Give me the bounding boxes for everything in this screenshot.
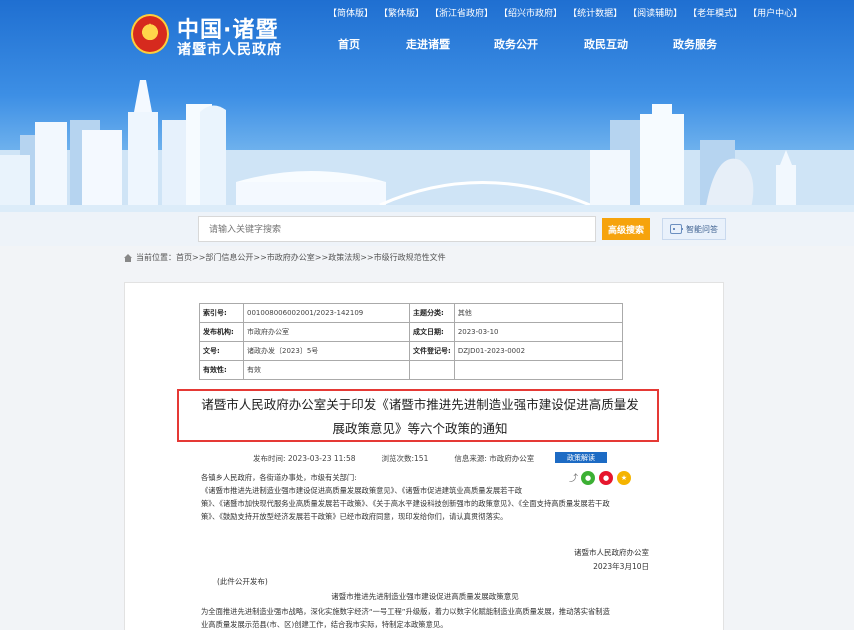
publish-time: 发布时间: 2023-03-23 11:58 [253, 454, 356, 463]
body-line: 策》、《诸暨市加快现代服务业高质量发展若干政策》、《关于高水平建设科技创新强市的… [201, 499, 610, 508]
article-title-line: 诸暨市人民政府办公室关于印发《诸暨市推进先进制造业强市建设促进高质量发 [201, 397, 639, 412]
meta-value: 诸政办发〔2023〕5号 [243, 341, 410, 361]
site-logo-subtitle[interactable]: 诸暨市人民政府 [177, 39, 282, 59]
link-zhejiang-gov[interactable]: 【浙江省政府】 [430, 6, 493, 19]
table-row: 索引号: 001008006002001/2023-142109 主题分类: 其… [199, 303, 624, 323]
meta-key: 索引号: [199, 303, 244, 323]
link-elderly-mode[interactable]: 【老年模式】 [688, 6, 742, 19]
info-source: 信息来源: 市政府办公室 [454, 454, 535, 463]
meta-value: 市政府办公室 [243, 322, 410, 342]
meta-key: 有效性: [199, 360, 244, 380]
nav-gov-affairs[interactable]: 政务公开 [494, 36, 538, 52]
smart-qa-label: 智能问答 [686, 224, 718, 234]
link-user-center[interactable]: 【用户中心】 [748, 6, 802, 19]
view-count: 浏览次数:151 [381, 454, 429, 463]
robot-icon [670, 224, 683, 234]
article-panel: 索引号: 001008006002001/2023-142109 主题分类: 其… [124, 282, 724, 630]
meta-key: 主题分类: [409, 303, 455, 323]
header-banner [0, 0, 854, 212]
table-row: 有效性: 有效 [199, 360, 624, 380]
article-title-line: 展政策意见》等六个政策的通知 [332, 421, 508, 436]
link-traditional[interactable]: 【繁体版】 [379, 6, 424, 19]
advanced-search-button[interactable]: 高级搜索 [602, 218, 650, 240]
link-statistics[interactable]: 【统计数据】 [568, 6, 622, 19]
meta-value: 2023-03-10 [453, 322, 624, 342]
city-skyline-illustration [0, 80, 854, 212]
nav-interaction[interactable]: 政民互动 [584, 36, 628, 52]
link-reading-aid[interactable]: 【阅读辅助】 [628, 6, 682, 19]
nav-home[interactable]: 首页 [338, 36, 360, 52]
article-title: 诸暨市人民政府办公室关于印发《诸暨市推进先进制造业强市建设促进高质量发 展政策意… [185, 393, 655, 441]
meta-value: 001008006002001/2023-142109 [243, 303, 410, 323]
document-meta-table: 索引号: 001008006002001/2023-142109 主题分类: 其… [199, 303, 624, 380]
search-input[interactable] [199, 218, 595, 242]
article-info-row: 发布时间: 2023-03-23 11:58 浏览次数:151 信息来源: 市政… [253, 453, 534, 464]
body-line: 策》、《鼓励支持开放型经济发展若干政策》已经市政府同意，现印发给你们，请认真贯彻… [201, 512, 508, 521]
table-row: 发布机构: 市政府办公室 成文日期: 2023-03-10 [199, 322, 624, 342]
attachment-title: 诸暨市推进先进制造业强市建设促进高质量发展政策意见 [331, 592, 519, 601]
national-emblem-logo [131, 14, 169, 54]
meta-key: 文件登记号: [409, 341, 455, 361]
meta-key [409, 360, 455, 380]
sign-date: 2023年3月10日 [593, 562, 649, 571]
home-icon [124, 253, 132, 262]
nav-about-zhuji[interactable]: 走进诸暨 [406, 36, 450, 52]
table-row: 文号: 诸政办发〔2023〕5号 文件登记号: DZJD01-2023-0002 [199, 341, 624, 361]
smart-qa-button[interactable]: 智能问答 [662, 218, 726, 240]
policy-interpretation-button[interactable]: 政策解读 [555, 452, 607, 463]
nav-services[interactable]: 政务服务 [673, 36, 717, 52]
body-line: 为全面推进先进制造业强市战略，深化实施数字经济“一号工程”升级版，着力以数字化赋… [201, 607, 610, 616]
main-nav: 首页 走进诸暨 政务公开 政民互动 政务服务 [320, 36, 740, 52]
body-line: 《诸暨市推进先进制造业强市建设促进高质量发展政策意见》、《诸暨市促进建筑业高质量… [201, 486, 523, 495]
meta-key: 发布机构: [199, 322, 244, 342]
body-line: 业高质量发展示范县(市、区)创建工作，结合我市实际，特制定本政策意见。 [201, 620, 448, 629]
search-box [198, 216, 596, 242]
body-line: 各镇乡人民政府，各街道办事处，市级有关部门: [201, 473, 357, 482]
meta-key: 成文日期: [409, 322, 455, 342]
attachment-body: 为全面推进先进制造业强市战略，深化实施数字经济“一号工程”升级版，着力以数字化赋… [201, 605, 651, 630]
sign-organization: 诸暨市人民政府办公室 [574, 548, 649, 557]
meta-value [453, 360, 624, 380]
top-links: 【简体版】 【繁体版】 【浙江省政府】 【绍兴市政府】 【统计数据】 【阅读辅助… [328, 6, 802, 19]
meta-value: 有效 [243, 360, 410, 380]
meta-value: 其他 [453, 303, 624, 323]
public-release-note: (此件公开发布) [217, 577, 268, 586]
link-simplified[interactable]: 【简体版】 [328, 6, 373, 19]
meta-value: DZJD01-2023-0002 [453, 341, 624, 361]
breadcrumb-text[interactable]: 当前位置：首页>>部门信息公开>>市政府办公室>>政策法规>>市级行政规范性文件 [136, 252, 446, 263]
article-body: 各镇乡人民政府，各街道办事处，市级有关部门: 《诸暨市推进先进制造业强市建设促进… [201, 471, 651, 523]
meta-key: 文号: [199, 341, 244, 361]
link-shaoxing-gov[interactable]: 【绍兴市政府】 [499, 6, 562, 19]
breadcrumb: 当前位置：首页>>部门信息公开>>市政府办公室>>政策法规>>市级行政规范性文件 [124, 252, 446, 263]
